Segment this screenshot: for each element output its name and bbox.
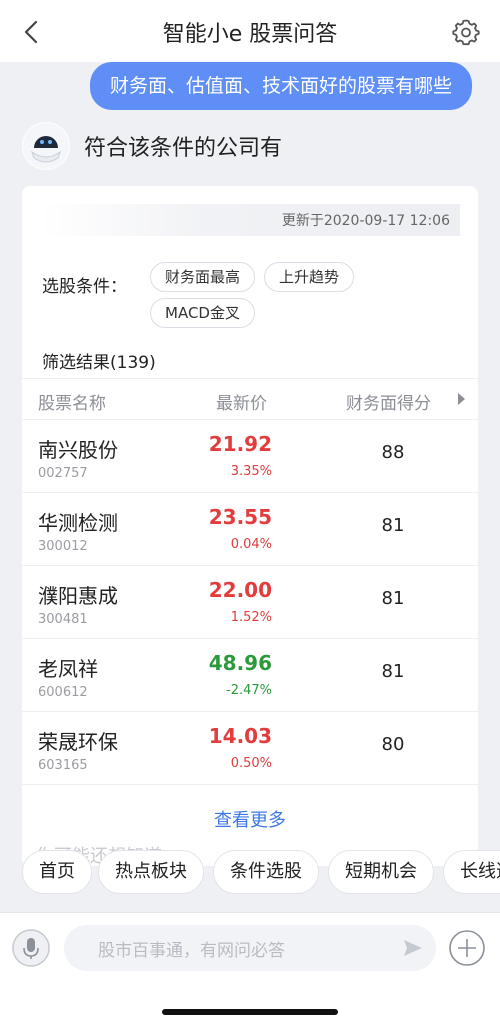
stock-change: 3.35% bbox=[230, 464, 272, 479]
quick-action-bar: 首页 热点板块 条件选股 短期机会 长线选 bbox=[0, 848, 500, 898]
update-time-bar: 更新于2020-09-17 12:06 bbox=[40, 204, 460, 236]
quick-action-condition-screen[interactable]: 条件选股 bbox=[213, 850, 319, 894]
input-bar: 股市百事通，有网问必答 bbox=[0, 912, 500, 1027]
view-more-link[interactable]: 查看更多 bbox=[22, 806, 478, 832]
settings-gear-icon[interactable] bbox=[452, 18, 480, 46]
stock-name: 华测检测 bbox=[38, 511, 118, 535]
quick-action-long-term[interactable]: 长线选 bbox=[443, 850, 500, 894]
update-time: 更新于2020-09-17 12:06 bbox=[281, 213, 450, 229]
bot-message-text: 符合该条件的公司有 bbox=[84, 136, 283, 161]
column-header-price[interactable]: 最新价 bbox=[216, 389, 267, 414]
result-count-title: 筛选结果(139) bbox=[42, 353, 156, 373]
financial-score: 80 bbox=[381, 734, 405, 755]
stock-name: 南兴股份 bbox=[38, 438, 118, 462]
financial-score: 81 bbox=[381, 515, 405, 536]
column-header-score[interactable]: 财务面得分 bbox=[346, 389, 431, 414]
question-input[interactable]: 股市百事通，有网问必答 bbox=[64, 925, 436, 971]
stock-change: -2.47% bbox=[226, 683, 272, 698]
scroll-right-arrow-icon[interactable] bbox=[458, 393, 465, 405]
financial-score: 81 bbox=[381, 661, 405, 682]
condition-chip[interactable]: 财务面最高 bbox=[150, 262, 256, 292]
screening-result-card: 更新于2020-09-17 12:06 选股条件： 财务面最高 上升趋势 MAC… bbox=[22, 186, 478, 866]
stock-change: 0.04% bbox=[230, 537, 272, 552]
send-icon[interactable] bbox=[402, 937, 424, 959]
stock-price: 14.03 bbox=[208, 724, 272, 748]
financial-score: 88 bbox=[381, 442, 405, 463]
plus-icon[interactable] bbox=[448, 929, 486, 967]
stock-name: 濮阳惠成 bbox=[38, 584, 118, 608]
bot-avatar bbox=[22, 122, 70, 170]
page-title: 智能小e 股票问答 bbox=[162, 22, 338, 47]
condition-label: 选股条件： bbox=[42, 277, 127, 297]
condition-chip[interactable]: 上升趋势 bbox=[264, 262, 355, 292]
table-row[interactable]: 华测检测 300012 23.55 0.04% 81 bbox=[22, 493, 478, 566]
table-row[interactable]: 濮阳惠成 300481 22.00 1.52% 81 bbox=[22, 566, 478, 639]
quick-action-short-term[interactable]: 短期机会 bbox=[328, 850, 434, 894]
user-message-bubble: 财务面、估值面、技术面好的股票有哪些 bbox=[89, 62, 472, 110]
stock-code: 300481 bbox=[38, 612, 88, 627]
top-nav-bar: 智能小e 股票问答 bbox=[0, 0, 500, 62]
table-header: 股票名称 最新价 财务面得分 bbox=[22, 378, 478, 420]
condition-chip[interactable]: MACD金叉 bbox=[150, 298, 255, 328]
stock-price: 23.55 bbox=[208, 505, 272, 529]
quick-action-hot-sectors[interactable]: 热点板块 bbox=[98, 850, 204, 894]
stock-change: 1.52% bbox=[230, 610, 272, 625]
stock-price: 22.00 bbox=[208, 578, 272, 602]
stock-price: 21.92 bbox=[208, 432, 272, 456]
stock-code: 002757 bbox=[38, 466, 88, 481]
stock-code: 603165 bbox=[38, 758, 88, 773]
table-row[interactable]: 荣晟环保 603165 14.03 0.50% 80 bbox=[22, 712, 478, 785]
microphone-icon[interactable] bbox=[12, 929, 50, 967]
stock-name: 荣晟环保 bbox=[38, 730, 118, 754]
quick-action-home[interactable]: 首页 bbox=[22, 850, 92, 894]
stock-name: 老凤祥 bbox=[38, 657, 98, 681]
financial-score: 81 bbox=[381, 588, 405, 609]
stock-price: 48.96 bbox=[208, 651, 272, 675]
input-placeholder: 股市百事通，有网问必答 bbox=[98, 941, 285, 961]
table-row[interactable]: 南兴股份 002757 21.92 3.35% 88 bbox=[22, 420, 478, 493]
stock-code: 300012 bbox=[38, 539, 88, 554]
table-row[interactable]: 老凤祥 600612 48.96 -2.47% 81 bbox=[22, 639, 478, 712]
stock-code: 600612 bbox=[38, 685, 88, 700]
home-indicator bbox=[162, 1009, 338, 1015]
column-header-name: 股票名称 bbox=[38, 394, 106, 414]
stock-change: 0.50% bbox=[230, 756, 272, 771]
